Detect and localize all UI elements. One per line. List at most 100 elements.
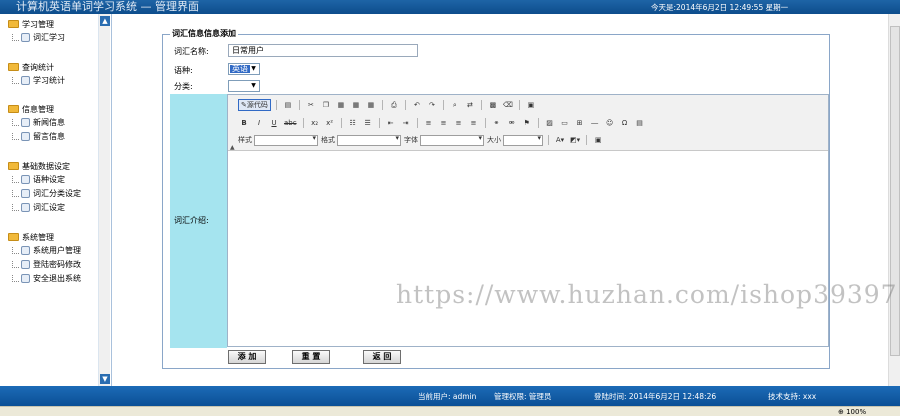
ordered-list-icon[interactable]: ☷	[347, 117, 359, 129]
strikethrough-icon[interactable]: abc	[283, 117, 298, 129]
smiley-icon[interactable]: ☺	[604, 117, 616, 129]
vocab-name-input[interactable]: 日常用户	[228, 44, 418, 57]
sidebar-group-header[interactable]: 查询统计	[8, 61, 65, 73]
sidebar-item-news[interactable]: 新闻信息	[8, 115, 65, 129]
toolbar-separator	[404, 100, 406, 110]
sidebar-item-logout[interactable]: 安全退出系统	[8, 271, 81, 285]
tree-line-icon	[12, 118, 19, 126]
paste-icon[interactable]: ▦	[335, 99, 347, 111]
print-icon[interactable]: ⎙	[388, 99, 400, 111]
table-icon[interactable]: ⊞	[574, 117, 586, 129]
style-dropdown[interactable]	[254, 134, 318, 146]
preview-icon[interactable]: ▤	[282, 99, 294, 111]
folder-icon	[8, 162, 19, 170]
paste-word-icon[interactable]: ▦	[365, 99, 377, 111]
sidebar-item-language-setup[interactable]: 语种设定	[8, 172, 81, 186]
sidebar-group-header[interactable]: 信息管理	[8, 103, 65, 115]
anchor-icon[interactable]: ⚑	[521, 117, 533, 129]
user-role: 管理权限: 管理员	[494, 392, 552, 401]
undo-icon[interactable]: ↶	[411, 99, 423, 111]
sidebar-item-change-password[interactable]: 登陆密码修改	[8, 257, 81, 271]
replace-icon[interactable]: ⇄	[464, 99, 476, 111]
font-dropdown[interactable]	[420, 134, 484, 146]
scroll-down-icon[interactable]: ▼	[100, 374, 110, 384]
toolbar-separator	[378, 118, 380, 128]
tree-line-icon	[12, 203, 19, 211]
tree-line-icon	[12, 33, 19, 41]
page-break-icon[interactable]: ▤	[634, 117, 646, 129]
chevron-down-icon: ▼	[251, 65, 256, 72]
sidebar-item-messages[interactable]: 留言信息	[8, 129, 65, 143]
link-icon[interactable]: ⚭	[491, 117, 503, 129]
unlink-icon[interactable]: ⚮	[506, 117, 518, 129]
image-icon[interactable]: ▨	[544, 117, 556, 129]
format-combo[interactable]: 格式	[321, 134, 401, 146]
chevron-down-icon: ▼	[251, 82, 256, 89]
subscript-icon[interactable]: x₂	[309, 117, 321, 129]
current-date: 今天是:2014年6月2日 12:49:55 星期一	[651, 3, 789, 12]
add-button[interactable]: 添 加	[228, 350, 266, 364]
bold-icon[interactable]: B	[238, 117, 250, 129]
size-dropdown[interactable]	[503, 134, 543, 146]
sidebar-item-study-stats[interactable]: 学习统计	[8, 73, 65, 87]
paste-text-icon[interactable]: ▦	[350, 99, 362, 111]
toolbar-separator	[586, 135, 588, 145]
form-icon[interactable]: ▣	[525, 99, 537, 111]
sidebar-group-header[interactable]: 基础数据设定	[8, 160, 81, 172]
italic-icon[interactable]: I	[253, 117, 265, 129]
text-color-icon[interactable]: A▾	[554, 134, 566, 146]
sidebar-item-user-management[interactable]: 系统用户管理	[8, 243, 81, 257]
font-combo[interactable]: 字体	[404, 134, 484, 146]
bg-color-icon[interactable]: ◩▾	[569, 134, 581, 146]
sidebar-group-header[interactable]: 学习管理	[8, 18, 65, 30]
align-left-icon[interactable]: ≡	[423, 117, 435, 129]
scroll-up-icon[interactable]: ▲	[100, 16, 110, 26]
category-label: 分类:	[174, 82, 193, 91]
tree-line-icon	[12, 132, 19, 140]
toolbar-separator	[298, 100, 300, 110]
sidebar-item-category-setup[interactable]: 词汇分类设定	[8, 186, 81, 200]
tree-line-icon	[12, 175, 19, 183]
sidebar-scrollbar[interactable]: ▲ ▼	[98, 14, 110, 386]
tree-line-icon	[12, 246, 19, 254]
find-icon[interactable]: ⌕	[449, 99, 461, 111]
indent-icon[interactable]: ⇥	[400, 117, 412, 129]
remove-format-icon[interactable]: ⌫	[502, 99, 514, 111]
align-justify-icon[interactable]: ≡	[468, 117, 480, 129]
reset-button[interactable]: 重 置	[292, 350, 330, 364]
horizontal-rule-icon[interactable]: ―	[589, 117, 601, 129]
collapse-toolbar-icon[interactable]: ▲	[230, 144, 235, 151]
category-select[interactable]: ▼	[228, 80, 260, 92]
format-dropdown[interactable]	[337, 134, 401, 146]
toolbar-separator	[302, 118, 304, 128]
size-combo[interactable]: 大小	[487, 134, 543, 146]
select-all-icon[interactable]: ▩	[487, 99, 499, 111]
zoom-icon: ⊕	[838, 408, 847, 416]
maximize-icon[interactable]: ▣	[592, 134, 604, 146]
style-combo[interactable]: 样式	[238, 134, 318, 146]
copy-icon[interactable]: ❐	[320, 99, 332, 111]
sidebar-item-vocab-setup[interactable]: 词汇设定	[8, 200, 81, 214]
back-button[interactable]: 返 回	[363, 350, 401, 364]
toolbar-row-3: 样式 格式 字体 大小 A▾ ◩▾ ▣	[238, 133, 604, 147]
unordered-list-icon[interactable]: ☰	[362, 117, 374, 129]
underline-icon[interactable]: U	[268, 117, 280, 129]
align-center-icon[interactable]: ≡	[438, 117, 450, 129]
source-button[interactable]: ✎ 源代码	[238, 99, 271, 111]
outdent-icon[interactable]: ⇤	[385, 117, 397, 129]
zoom-level[interactable]: ⊕ 100%	[838, 408, 866, 416]
align-right-icon[interactable]: ≡	[453, 117, 465, 129]
superscript-icon[interactable]: x²	[324, 117, 336, 129]
main-scrollbar[interactable]	[888, 14, 900, 386]
toolbar-separator	[484, 118, 486, 128]
cut-icon[interactable]: ✂	[305, 99, 317, 111]
redo-icon[interactable]: ↷	[426, 99, 438, 111]
flash-icon[interactable]: ▭	[559, 117, 571, 129]
toolbar-separator	[480, 100, 482, 110]
language-select[interactable]: 英语 ▼	[228, 63, 260, 75]
special-char-icon[interactable]: Ω	[619, 117, 631, 129]
rich-text-editor[interactable]: ✎ 源代码 ▤ ✂ ❐ ▦ ▦ ▦ ⎙ ↶ ↷ ⌕ ⇄ ▩ ⌫ ▣ B I U …	[227, 94, 829, 347]
sidebar-item-vocab-study[interactable]: 词汇学习	[8, 30, 65, 44]
sidebar-group-header[interactable]: 系统管理	[8, 231, 81, 243]
toolbar-separator	[340, 118, 342, 128]
